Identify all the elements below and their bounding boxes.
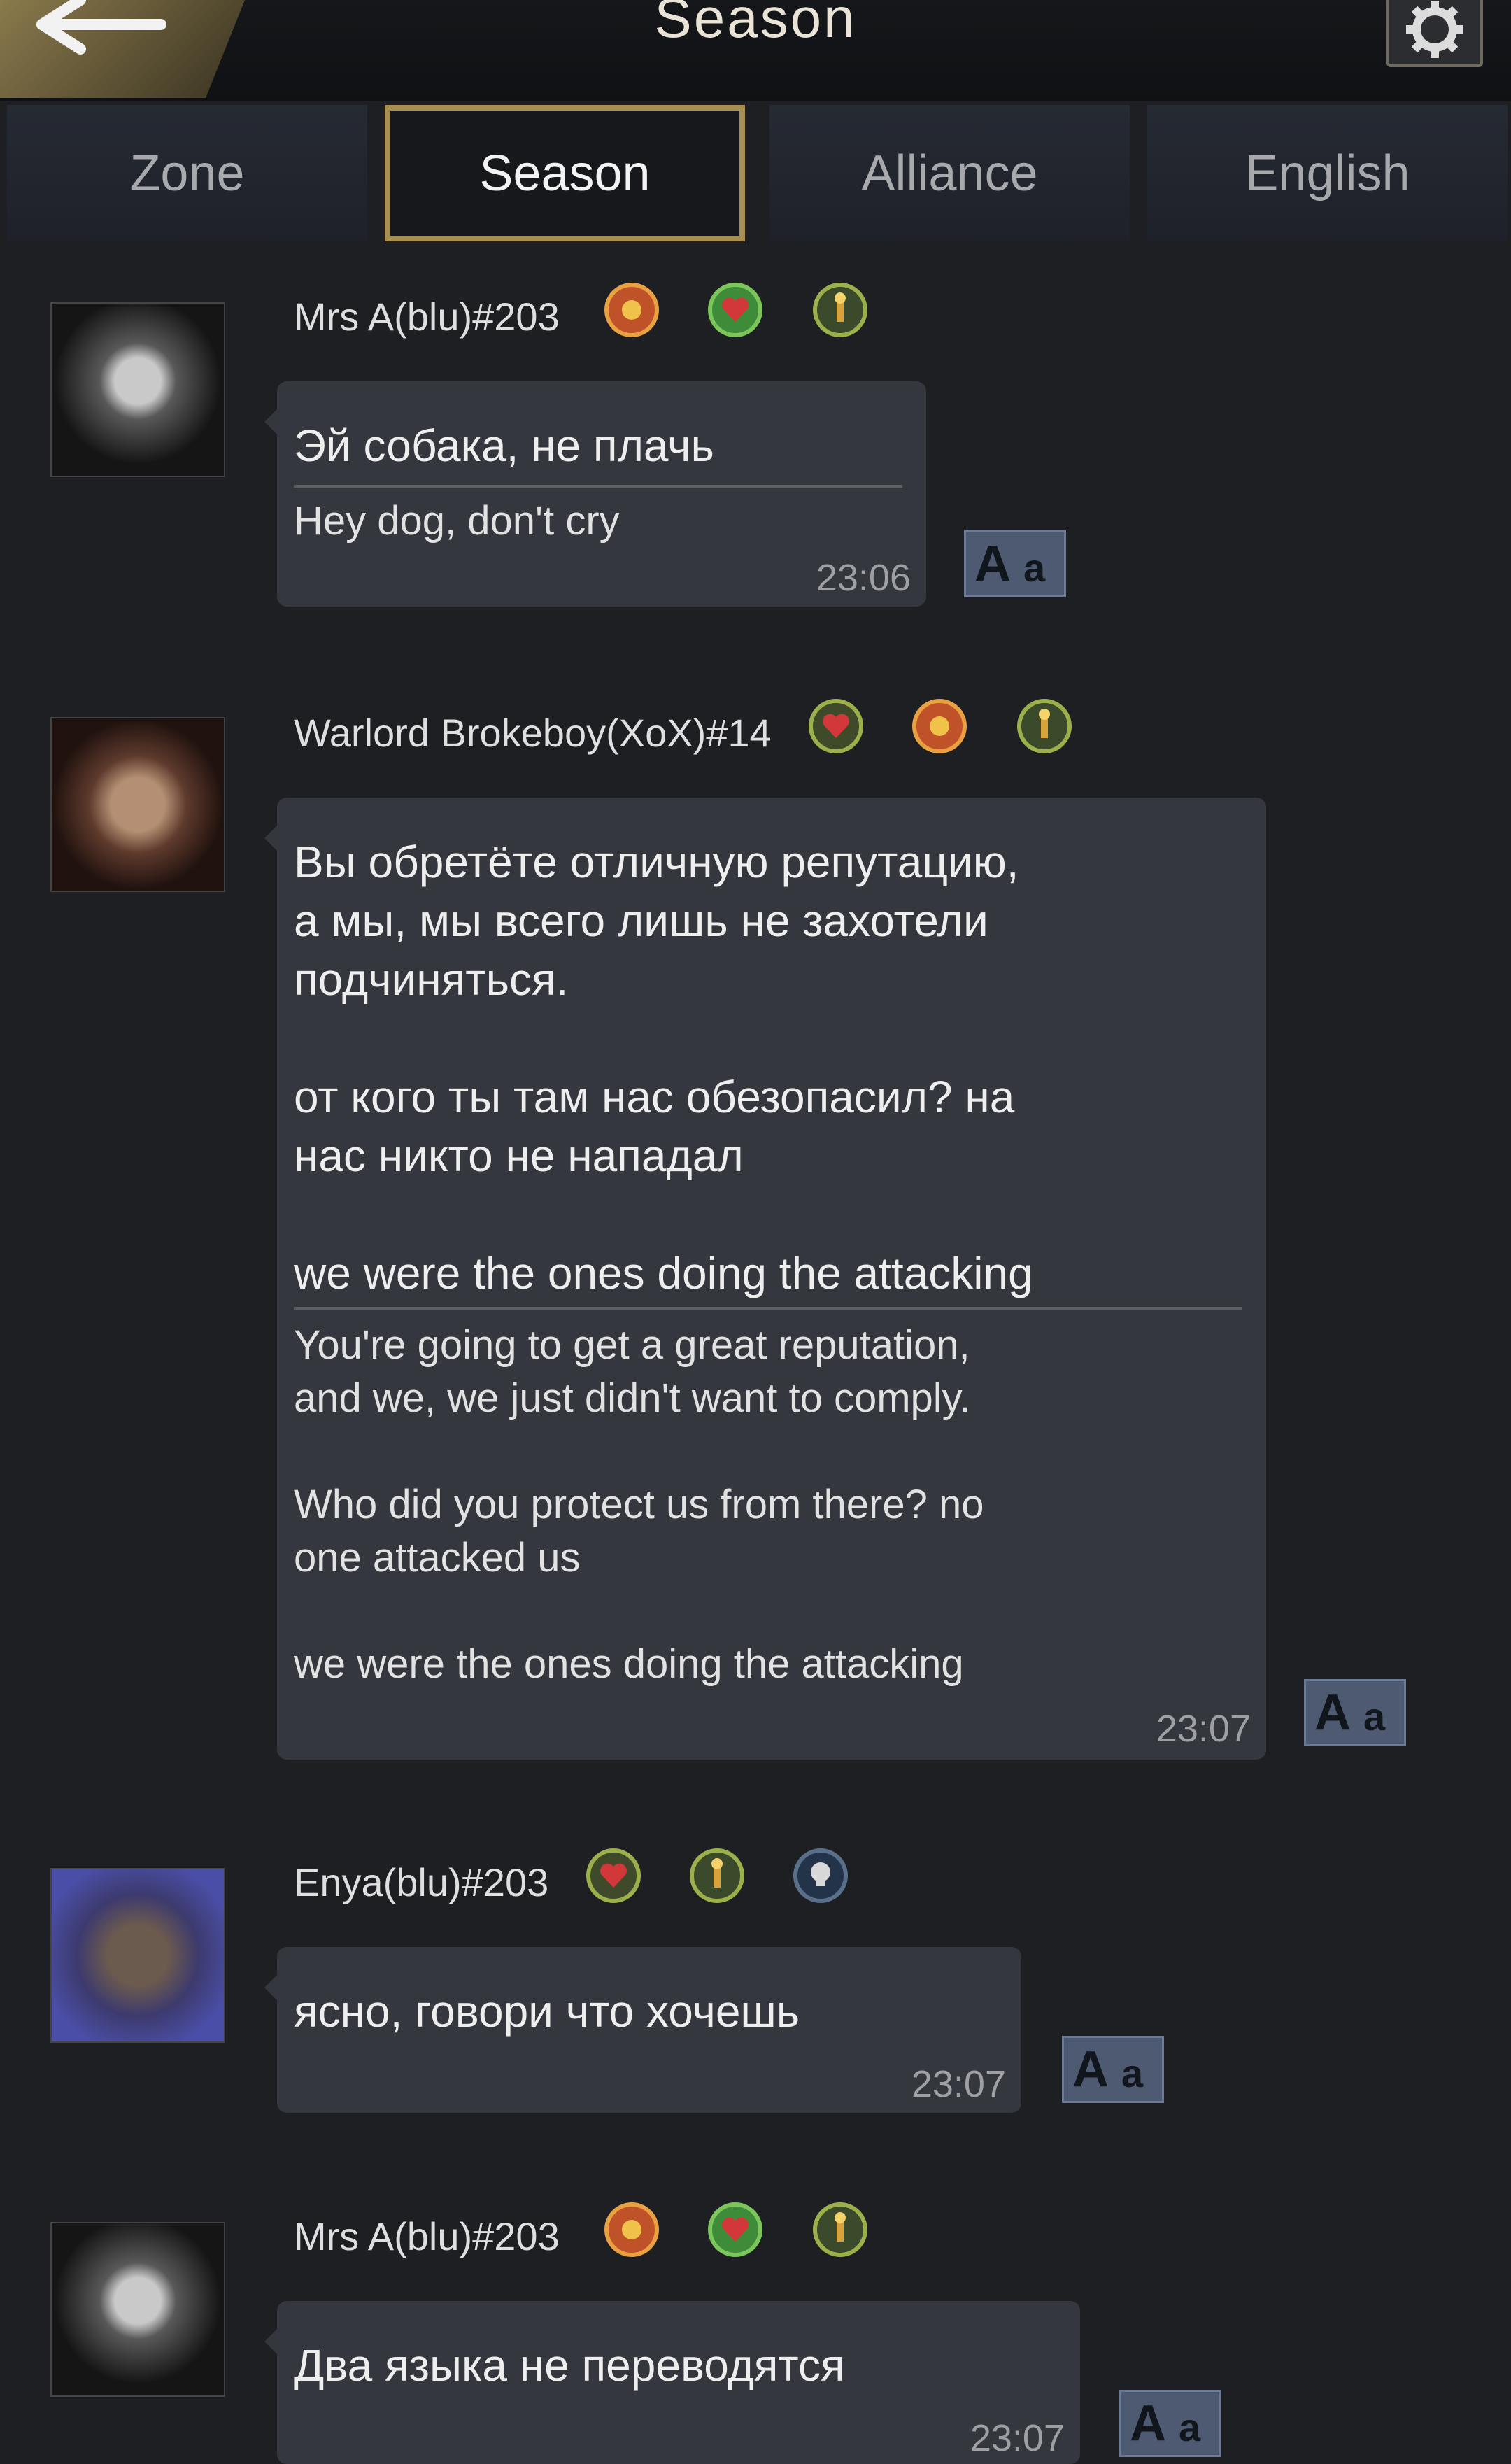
tab-alliance[interactable]: Alliance — [769, 105, 1130, 241]
avatar[interactable] — [50, 2222, 225, 2397]
tab-english[interactable]: English — [1147, 105, 1508, 241]
gold-torch-badge-icon — [1017, 699, 1072, 753]
red-heart-badge-icon — [809, 699, 863, 753]
message-bubble: Вы обретёте отличную репутацию, а мы, мы… — [264, 798, 1266, 1760]
orange-flame-badge-icon — [912, 699, 967, 753]
message-original-text: ясно, говори что хочешь — [294, 1986, 800, 2037]
translation-divider — [294, 485, 902, 488]
skull-badge-icon — [793, 1848, 848, 1903]
translate-button[interactable]: A a — [1304, 1679, 1406, 1746]
page-title: Season — [654, 0, 857, 49]
translate-button[interactable]: A a — [1119, 2390, 1221, 2457]
translate-button[interactable]: A a — [1062, 2036, 1164, 2103]
translate-icon-big: A — [1314, 1685, 1351, 1741]
translate-icon-small: a — [1121, 2051, 1144, 2095]
avatar[interactable] — [50, 1868, 225, 2043]
top-bar: Season — [0, 0, 1511, 101]
settings-button[interactable] — [1386, 0, 1483, 67]
gold-torch-badge-icon — [690, 1848, 744, 1903]
translate-icon-small: a — [1363, 1694, 1386, 1739]
translate-icon-big: A — [974, 536, 1011, 592]
orange-flame-badge-icon — [604, 2202, 659, 2257]
translate-icon-big: A — [1072, 2041, 1109, 2097]
gold-torch-badge-icon — [813, 283, 867, 337]
avatar[interactable] — [50, 717, 225, 892]
translate-icon-big: A — [1130, 2395, 1166, 2451]
tab-season[interactable]: Season — [385, 105, 745, 241]
translate-icon-small: a — [1023, 546, 1046, 590]
username[interactable]: Mrs A(blu)#203 — [294, 2214, 560, 2259]
message-original-text: Вы обретёте отличную репутацию, а мы, мы… — [294, 837, 1033, 1298]
message-bubble: Два языка не переводятся 23:07 — [264, 2301, 1080, 2464]
message-time: 23:06 — [816, 557, 911, 599]
message-time: 23:07 — [970, 2417, 1065, 2459]
avatar[interactable] — [50, 302, 225, 477]
message-original-text: Два языка не переводятся — [294, 2340, 845, 2391]
message-original-text: Эй собака, не плачь — [294, 420, 714, 471]
username[interactable]: Enya(blu)#203 — [294, 1860, 548, 1905]
message-translation-text: You're going to get a great reputation, … — [294, 1322, 984, 1687]
green-heart-badge-icon — [708, 2202, 762, 2257]
message-time: 23:07 — [1156, 1708, 1251, 1750]
gear-icon — [1406, 1, 1463, 58]
translation-divider — [294, 1307, 1242, 1310]
gold-torch-badge-icon — [813, 2202, 867, 2257]
tab-zone[interactable]: Zone — [7, 105, 367, 241]
username[interactable]: Warlord Brokeboy(XoX)#14 — [294, 710, 772, 756]
message-bubble: ясно, говори что хочешь 23:07 — [264, 1947, 1021, 2113]
translate-icon-small: a — [1179, 2405, 1201, 2449]
channel-tabs: Zone Season Alliance English — [7, 105, 1508, 241]
orange-flame-badge-icon — [604, 283, 659, 337]
message-time: 23:07 — [911, 2063, 1006, 2105]
translate-button[interactable]: A a — [964, 530, 1066, 597]
red-heart-badge-icon — [586, 1848, 641, 1903]
green-heart-badge-icon — [708, 283, 762, 337]
message-bubble: Эй собака, не плачь Hey dog, don't cry 2… — [264, 381, 926, 607]
message-translation-text: Hey dog, don't cry — [294, 498, 620, 544]
username[interactable]: Mrs A(blu)#203 — [294, 294, 560, 339]
